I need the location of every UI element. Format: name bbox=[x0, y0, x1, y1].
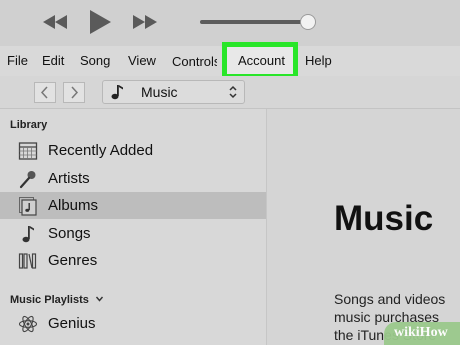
sidebar-item-label: Recently Added bbox=[48, 142, 154, 159]
volume-slider-knob[interactable] bbox=[300, 14, 316, 30]
sidebar-item-genius[interactable]: Genius bbox=[0, 310, 266, 337]
watermark-text: wikiHow bbox=[394, 325, 448, 340]
watermark-badge: wikiHow bbox=[384, 322, 460, 345]
playlists-section-header[interactable]: Music Playlists bbox=[10, 290, 104, 308]
sidebar-item-label: Genius bbox=[48, 315, 96, 332]
menu-view[interactable]: View bbox=[128, 53, 156, 68]
library-section-label: Library bbox=[10, 119, 48, 131]
music-note-icon bbox=[111, 85, 123, 100]
media-type-label: Music bbox=[141, 84, 178, 100]
sidebar-item-label: Songs bbox=[48, 225, 91, 242]
sidebar-item-artists[interactable]: Artists bbox=[0, 165, 266, 192]
rewind-button[interactable] bbox=[40, 12, 70, 32]
chevron-up-down-icon bbox=[229, 85, 237, 99]
main-description-line-1: Songs and videos bbox=[334, 291, 446, 307]
sidebar-item-label: Albums bbox=[48, 197, 99, 214]
menu-edit[interactable]: Edit bbox=[42, 53, 64, 68]
menu-song[interactable]: Song bbox=[80, 53, 110, 68]
chevron-left-icon bbox=[40, 86, 48, 99]
sidebar-item-genres[interactable]: Genres bbox=[0, 247, 266, 274]
menu-controls-clip: Controls bbox=[172, 53, 217, 71]
menu-controls[interactable]: Controls bbox=[172, 54, 217, 69]
music-note-icon bbox=[22, 226, 34, 243]
play-icon bbox=[90, 10, 111, 34]
volume-slider-track[interactable] bbox=[200, 20, 308, 24]
play-button[interactable] bbox=[88, 8, 112, 36]
page-title: Music bbox=[334, 199, 434, 238]
sidebar-item-label: Genres bbox=[48, 252, 98, 269]
back-button[interactable] bbox=[34, 82, 56, 103]
menu-account[interactable]: Account bbox=[238, 53, 285, 68]
microphone-icon bbox=[19, 171, 36, 189]
forward-button[interactable] bbox=[63, 82, 85, 103]
rewind-icon bbox=[43, 15, 67, 29]
sidebar-item-label: Artists bbox=[48, 170, 90, 187]
playlists-section-label: Music Playlists bbox=[10, 294, 89, 306]
chevron-down-icon bbox=[96, 296, 104, 302]
media-type-select[interactable]: Music bbox=[102, 80, 245, 104]
calendar-grid-icon bbox=[18, 142, 38, 160]
fast-forward-button[interactable] bbox=[130, 12, 160, 32]
chevron-right-icon bbox=[71, 86, 79, 99]
menu-help[interactable]: Help bbox=[305, 53, 332, 68]
atom-icon bbox=[18, 315, 38, 333]
sidebar-item-recently-added[interactable]: Recently Added bbox=[0, 137, 266, 164]
genres-icon bbox=[18, 253, 37, 269]
menu-file[interactable]: File bbox=[7, 53, 28, 68]
sidebar-item-albums[interactable]: Albums bbox=[0, 192, 266, 219]
sidebar-item-songs[interactable]: Songs bbox=[0, 220, 266, 247]
fast-forward-icon bbox=[133, 15, 157, 29]
album-icon bbox=[19, 197, 37, 216]
